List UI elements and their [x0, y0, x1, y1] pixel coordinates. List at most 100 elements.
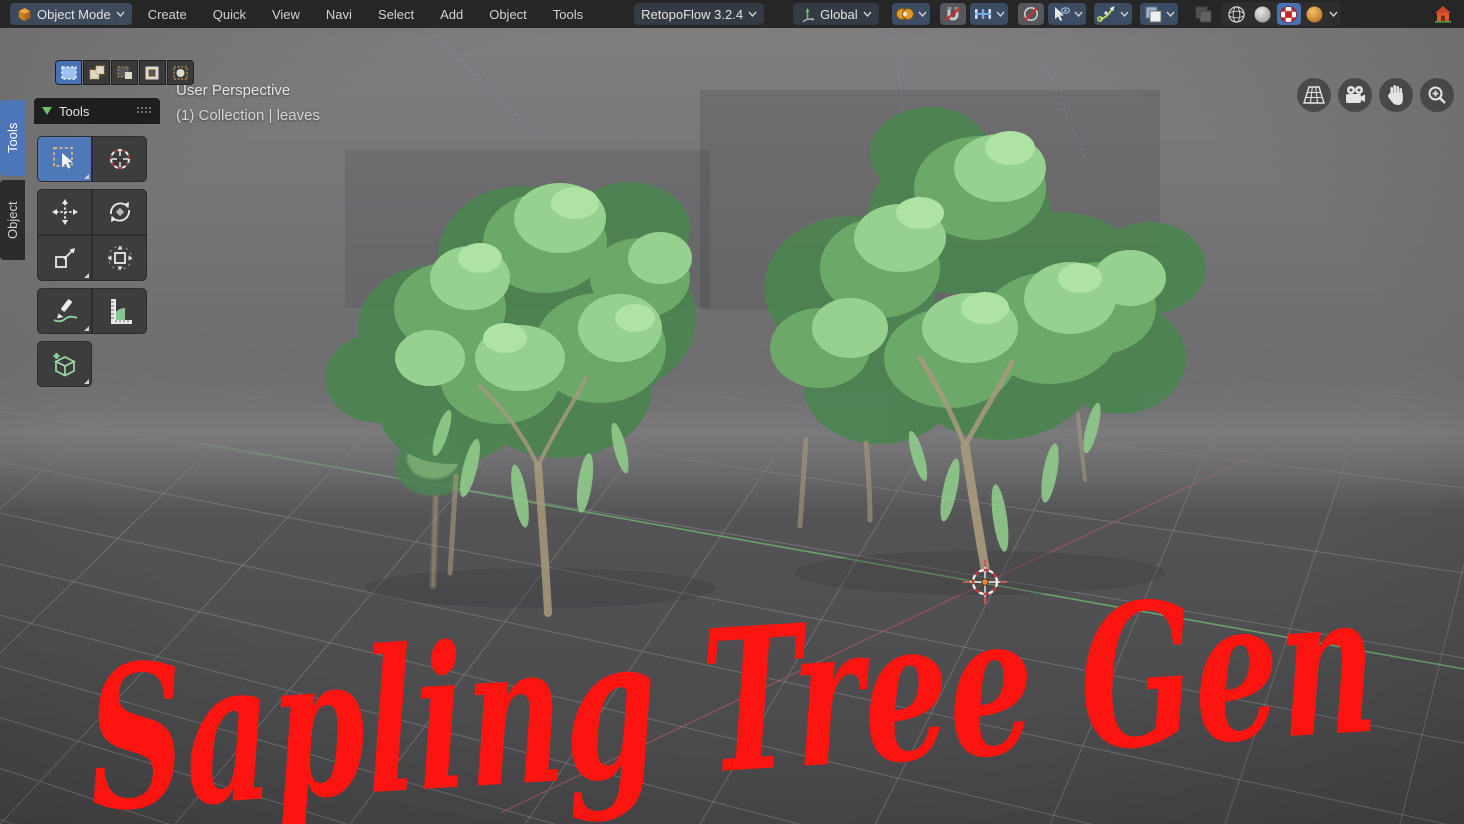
- cursor-eye-icon: [1054, 7, 1070, 21]
- select-mode-new-button[interactable]: [55, 60, 82, 85]
- solid-sphere-icon: [1254, 6, 1271, 22]
- menu-tools[interactable]: Tools: [540, 7, 596, 22]
- menu-quick[interactable]: Quick: [200, 7, 259, 22]
- orthographic-grid-button[interactable]: [1297, 78, 1331, 112]
- select-subtract-icon: [117, 66, 132, 79]
- menu-view[interactable]: View: [259, 7, 313, 22]
- chevron-down-icon: [1329, 11, 1338, 17]
- material-sphere-icon: [1280, 5, 1298, 23]
- transform-icon: [107, 245, 132, 271]
- overlays-icon: [1145, 6, 1162, 23]
- show-gizmo-dropdown[interactable]: [1093, 3, 1132, 25]
- chevron-down-icon: [748, 11, 757, 17]
- rendered-sphere-icon: [1306, 6, 1323, 22]
- chevron-down-icon: [1074, 11, 1083, 17]
- panel-grip-icon[interactable]: [136, 106, 152, 116]
- tool-annotate-button[interactable]: [37, 288, 92, 334]
- retopoflow-dropdown[interactable]: RetopoFlow 3.2.4: [634, 3, 765, 25]
- select-intersect-icon: [172, 65, 188, 80]
- tools-panel-header[interactable]: Tools: [34, 98, 160, 124]
- select-mode-invert-button[interactable]: [139, 60, 166, 85]
- chevron-down-icon: [996, 11, 1005, 17]
- menu-select[interactable]: Select: [365, 7, 427, 22]
- scale-icon: [54, 248, 75, 268]
- shading-wireframe-button[interactable]: [1225, 3, 1249, 25]
- nav-gizmo-bar: [1297, 78, 1454, 112]
- orientation-label: Global: [820, 6, 858, 22]
- panel-expand-triangle-icon: [42, 107, 52, 115]
- cursor-tool-icon: [109, 149, 130, 169]
- perspective-label: User Perspective: [176, 82, 291, 99]
- tool-cursor-button[interactable]: [92, 136, 147, 182]
- menu-navi[interactable]: Navi: [313, 7, 365, 22]
- tool-add-cube-button[interactable]: [37, 341, 92, 387]
- select-invert-icon: [145, 66, 158, 79]
- menu-object[interactable]: Object: [476, 7, 540, 22]
- camera-view-button[interactable]: [1338, 78, 1372, 112]
- viewport-info: User Perspective (1) Collection | leaves: [176, 78, 320, 128]
- select-mode-row: [55, 60, 194, 85]
- zoom-icon: [1428, 86, 1446, 104]
- tools-panel-title: Tools: [59, 103, 90, 119]
- tool-options-corner: [84, 273, 89, 278]
- show-overlays-dropdown[interactable]: [1139, 3, 1178, 25]
- toolbar: [37, 136, 147, 387]
- selectability-dropdown[interactable]: [1047, 3, 1086, 25]
- chevron-down-icon: [918, 11, 927, 17]
- transform-orientation-dropdown[interactable]: Global: [793, 3, 879, 25]
- home-button[interactable]: [1430, 3, 1456, 25]
- select-box-icon: [52, 147, 73, 169]
- menu-create[interactable]: Create: [135, 7, 200, 22]
- house-icon: [1435, 6, 1451, 23]
- add-cube-icon: [53, 353, 76, 377]
- blender-window: Object Mode Create Quick View Navi Selec…: [0, 0, 1464, 824]
- chevron-down-icon: [863, 11, 872, 17]
- chevron-down-icon: [1166, 11, 1175, 17]
- shading-solid-button[interactable]: [1251, 3, 1275, 25]
- pivot-point-dropdown[interactable]: [891, 3, 930, 25]
- shading-material-button[interactable]: [1276, 3, 1301, 25]
- select-mode-extend-button[interactable]: [83, 60, 110, 85]
- xray-icon: [1195, 6, 1212, 23]
- object-mode-label: Object Mode: [37, 6, 111, 22]
- pivot-icon: [895, 8, 914, 20]
- tool-options-corner: [84, 174, 89, 179]
- object-mode-dropdown[interactable]: Object Mode: [10, 3, 132, 25]
- pan-hand-button[interactable]: [1379, 78, 1413, 112]
- camera-icon: [1346, 86, 1365, 103]
- tab-object-label: Object: [5, 201, 20, 239]
- tool-measure-button[interactable]: [92, 288, 147, 334]
- rotate-icon: [109, 202, 130, 222]
- move-icon: [51, 199, 78, 225]
- shading-mode-group: [1221, 2, 1341, 26]
- sidebar-tab-tools[interactable]: Tools: [0, 100, 25, 176]
- tool-transform-button[interactable]: [92, 235, 147, 281]
- zoom-button[interactable]: [1420, 78, 1454, 112]
- snap-toggle[interactable]: [939, 3, 966, 25]
- select-mode-intersect-button[interactable]: [167, 60, 194, 85]
- orthographic-grid-icon: [1303, 86, 1325, 104]
- select-new-icon: [60, 65, 77, 80]
- proportional-editing-toggle[interactable]: [1017, 3, 1044, 25]
- tool-scale-button[interactable]: [37, 235, 92, 281]
- sidebar-tab-object[interactable]: Object: [0, 180, 25, 260]
- menu-add[interactable]: Add: [427, 7, 476, 22]
- select-mode-subtract-button[interactable]: [111, 60, 138, 85]
- annotate-icon: [53, 299, 77, 323]
- tool-options-corner: [84, 326, 89, 331]
- shading-rendered-button[interactable]: [1303, 3, 1327, 25]
- 3d-viewport[interactable]: Sapling Tree Gen: [0, 28, 1464, 824]
- hand-icon: [1388, 85, 1403, 105]
- xray-toggle[interactable]: [1190, 3, 1216, 25]
- proportional-icon: [1023, 7, 1038, 21]
- chevron-down-icon: [1120, 11, 1129, 17]
- snap-increment-icon: [974, 9, 991, 19]
- measure-icon: [110, 299, 132, 324]
- collection-label: (1) Collection | leaves: [176, 107, 320, 124]
- chevron-down-icon: [116, 11, 125, 17]
- tool-select-box-button[interactable]: [37, 136, 92, 182]
- viewport-header: Object Mode Create Quick View Navi Selec…: [0, 0, 1464, 28]
- tool-move-button[interactable]: [37, 189, 92, 235]
- snap-target-dropdown[interactable]: [969, 3, 1008, 25]
- tool-rotate-button[interactable]: [92, 189, 147, 235]
